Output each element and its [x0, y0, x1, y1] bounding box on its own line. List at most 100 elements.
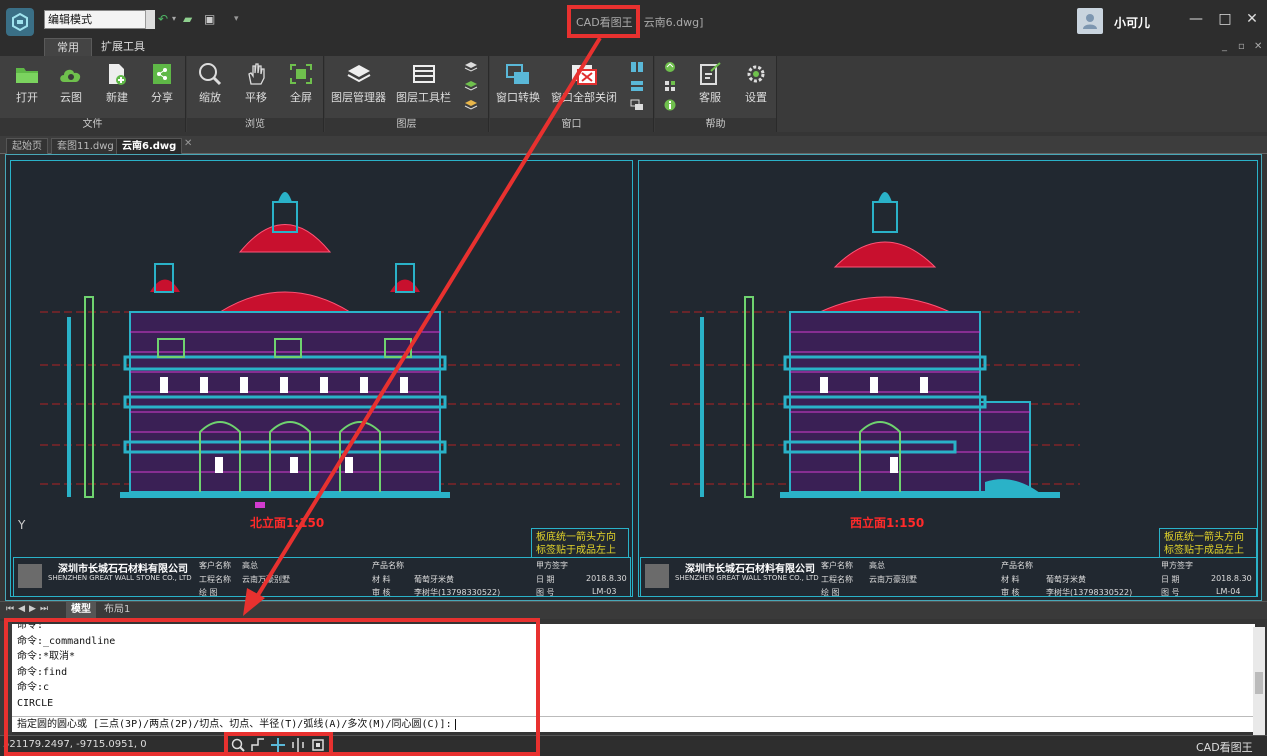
tb-check-label: 审 核 — [372, 588, 391, 597]
tb-product-label: 产品名称 — [372, 561, 404, 570]
customize-quick-access-icon[interactable]: ▾ — [234, 12, 239, 26]
layout-nav-icons[interactable]: ⏮◀▶⏭ — [6, 604, 52, 614]
group-layer: 图层管理器 图层工具栏 图层 — [325, 56, 489, 132]
undo-dropdown-icon[interactable]: ▾ — [172, 12, 176, 26]
zoom-label: 缩放 — [199, 91, 221, 104]
tab-layout1[interactable]: 布局1 — [99, 602, 135, 618]
info-icon[interactable] — [663, 99, 677, 111]
close-all-icon — [572, 65, 597, 85]
tab-extended-tools[interactable]: 扩展工具 — [89, 38, 157, 56]
ucs-axis-label: Y — [18, 518, 26, 532]
status-app-name: CAD看图王 — [1196, 741, 1253, 754]
maximize-icon[interactable]: □ — [1217, 11, 1233, 27]
minimize-icon[interactable]: — — [1188, 11, 1204, 27]
extents-icon[interactable] — [310, 737, 326, 753]
layer-state-icon[interactable] — [464, 61, 478, 73]
mdi-close-icon[interactable]: ✕ — [1254, 41, 1262, 52]
company-name-en: SHENZHEN GREAT WALL STONE CO., LTD — [48, 574, 192, 582]
chevron-down-icon[interactable] — [145, 10, 155, 29]
note-line-1: 板底统一箭头方向 — [1164, 532, 1244, 543]
open-folder-icon[interactable]: ▰ — [183, 12, 192, 26]
save-icon[interactable]: ▣ — [204, 12, 215, 26]
zoom-button[interactable]: 缩放 — [197, 62, 223, 105]
polar-icon[interactable] — [290, 737, 306, 753]
tab-model[interactable]: 模型 — [66, 602, 96, 618]
tb-no-value: LM-03 — [592, 587, 617, 596]
app-window: 编辑模式 ↶ ▾ ▰ ▣ ▾ CAD看图王 - 云南6.dwg] 小可儿 — □… — [0, 0, 1267, 756]
layer-off-icon[interactable] — [464, 99, 478, 111]
tab-common[interactable]: 常用 — [44, 38, 92, 56]
tb-client-value: 高总 — [869, 561, 885, 570]
open-label: 打开 — [16, 91, 38, 104]
zoom-status-icon[interactable] — [230, 737, 246, 753]
update-icon[interactable] — [663, 61, 677, 73]
close-tab-icon[interactable]: ✕ — [184, 138, 192, 149]
customer-service-button[interactable]: 客服 — [697, 62, 723, 105]
mdi-restore-icon[interactable]: ▫ — [1238, 41, 1245, 52]
company-name-cn: 深圳市长城石石材料有限公司 — [58, 564, 188, 575]
command-line: 命令:*取消* — [17, 651, 76, 663]
command-line: 命令:find — [17, 666, 68, 678]
app-name: CAD看图王 — [576, 16, 633, 29]
snap-icon[interactable] — [270, 737, 286, 753]
apps-grid-icon[interactable] — [663, 80, 677, 92]
command-input[interactable]: 指定圆的圆心或 [三点(3P)/两点(2P)/切点、切点、半径(T)/弧线(A)… — [12, 716, 1255, 732]
window-title: CAD看图王 - 云南6.dwg] — [576, 14, 703, 30]
tab-start-page[interactable]: 起始页 — [6, 138, 48, 154]
pan-button[interactable]: 平移 — [243, 62, 269, 105]
new-file-icon — [109, 64, 126, 85]
close-icon[interactable]: ✕ — [1244, 11, 1260, 27]
new-button[interactable]: 新建 — [104, 62, 130, 105]
north-elevation-title: 北立面1:150 — [250, 516, 325, 530]
file-name: - 云南6.dwg] — [632, 16, 704, 29]
command-line: 命令:c — [17, 682, 50, 694]
tile-horizontal-icon[interactable] — [630, 80, 644, 92]
fullscreen-button[interactable]: 全屏 — [288, 62, 314, 105]
layer-toolbar-button[interactable]: 图层工具栏 — [396, 62, 451, 105]
tab-drawing-yunnan6[interactable]: 云南6.dwg — [116, 138, 183, 154]
avatar[interactable] — [1077, 8, 1103, 34]
undo-icon[interactable]: ↶ — [158, 12, 168, 26]
ribbon-tab-bar — [0, 37, 1267, 56]
settings-label: 设置 — [745, 91, 767, 104]
group-file: 打开 云图 新建 分享 文件 — [0, 56, 186, 132]
settings-button[interactable]: 设置 — [743, 62, 769, 105]
north-elevation-drawing — [40, 192, 620, 508]
command-prompt-text: 指定圆的圆心或 [三点(3P)/两点(2P)/切点、切点、半径(T)/弧线(A)… — [17, 719, 452, 730]
tb-no-label: 图 号 — [1161, 588, 1180, 597]
tb-sign-label: 甲方签字 — [536, 561, 568, 570]
company-logo — [645, 564, 669, 588]
share-button[interactable]: 分享 — [149, 62, 175, 105]
cloud-button[interactable]: 云图 — [58, 62, 84, 105]
company-name-cn: 深圳市长城石石材料有限公司 — [685, 564, 815, 575]
window-switch-icon — [506, 64, 529, 84]
ortho-icon[interactable] — [250, 737, 266, 753]
cascade-icon[interactable] — [630, 99, 644, 111]
command-panel-handle[interactable] — [0, 621, 12, 736]
status-bar — [0, 735, 1267, 756]
mdi-minimize-icon[interactable]: _ — [1222, 41, 1227, 52]
tb-project-value: 云南万豪别墅 — [242, 575, 290, 584]
user-name[interactable]: 小可儿 — [1114, 14, 1150, 31]
command-scrollbar[interactable] — [1253, 627, 1265, 735]
mode-select[interactable]: 编辑模式 — [44, 10, 152, 29]
company-logo — [18, 564, 42, 588]
tb-client-label: 客户名称 — [199, 561, 231, 570]
tb-date-value: 2018.8.30 — [586, 574, 627, 583]
tile-vertical-icon[interactable] — [630, 61, 644, 73]
app-logo-icon[interactable] — [6, 8, 34, 36]
open-button[interactable]: 打开 — [14, 62, 40, 105]
close-all-windows-button[interactable]: 窗口全部关闭 — [551, 62, 617, 105]
tb-draw-label: 绘 图 — [199, 588, 218, 597]
window-switch-button[interactable]: 窗口转换 — [496, 62, 540, 105]
text-cursor — [454, 719, 462, 730]
tb-project-value: 云南万豪别墅 — [869, 575, 917, 584]
new-label: 新建 — [106, 91, 128, 104]
cursor-coordinates: 521179.2497, -9715.0951, 0 — [3, 739, 147, 750]
layer-manager-button[interactable]: 图层管理器 — [331, 62, 386, 105]
group-help: 客服 设置 帮助 — [655, 56, 777, 132]
layer-isolate-icon[interactable] — [464, 80, 478, 92]
group-window: 窗口转换 窗口全部关闭 窗口 — [490, 56, 654, 132]
tab-drawing-11[interactable]: 套图11.dwg — [51, 138, 120, 154]
open-folder-icon — [16, 68, 38, 83]
